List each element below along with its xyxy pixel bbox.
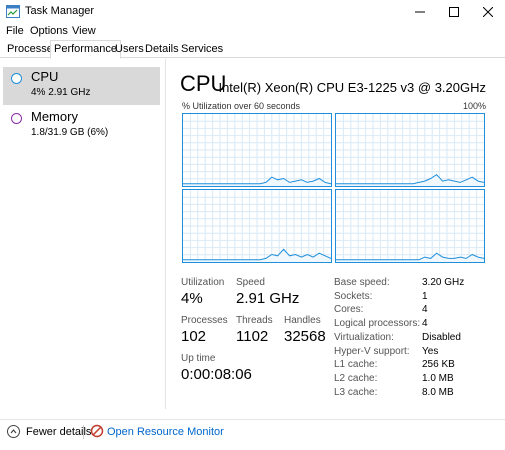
- cpu-core-graph: [182, 113, 332, 187]
- sidebar-item-label: CPU: [31, 69, 59, 84]
- processes-label: Processes: [181, 315, 228, 326]
- minimize-icon: [415, 11, 425, 13]
- graph-canvas: [183, 190, 331, 262]
- fewer-details-button[interactable]: Fewer details: [26, 426, 91, 438]
- utilization-label: Utilization: [181, 277, 225, 288]
- minimize-button[interactable]: [403, 0, 437, 24]
- spec-label: L2 cache:: [334, 372, 378, 384]
- graph-canvas: [183, 114, 331, 186]
- resource-sidebar: CPU 4% 2.91 GHz Memory 1.8/31.9 GB (6%): [0, 59, 166, 409]
- uptime-label: Up time: [181, 353, 216, 364]
- window-title: Task Manager: [25, 5, 95, 17]
- utilization-max: 100%: [462, 101, 486, 111]
- chevron-up-icon[interactable]: [7, 425, 20, 438]
- spec-label: Sockets:: [334, 290, 373, 302]
- footer-bar: Fewer details Open Resource Monitor: [0, 419, 505, 443]
- speed-label: Speed: [236, 277, 265, 288]
- close-icon: [483, 7, 493, 17]
- tab-services[interactable]: Services: [178, 42, 226, 58]
- threads-value: 1102: [236, 328, 269, 345]
- sidebar-item-label: Memory: [31, 109, 78, 124]
- spec-value: 4: [422, 304, 428, 316]
- spec-label: Base speed:: [334, 277, 390, 288]
- spec-label: L3 cache:: [334, 386, 378, 398]
- speed-value: 2.91 GHz: [236, 290, 300, 307]
- utilization-value: 4%: [181, 290, 203, 307]
- tab-performance[interactable]: Performance: [50, 40, 121, 59]
- tab-details[interactable]: Details: [142, 42, 182, 58]
- uptime-value: 0:00:08:06: [181, 366, 252, 383]
- threads-label: Threads: [236, 315, 273, 326]
- cpu-model: Intel(R) Xeon(R) CPU E3-1225 v3 @ 3.20GH…: [218, 80, 486, 95]
- graph-canvas: [336, 114, 484, 186]
- maximize-button[interactable]: [437, 0, 471, 24]
- open-resource-monitor-link[interactable]: Open Resource Monitor: [107, 426, 224, 438]
- spec-value: 8.0 MB: [422, 386, 454, 398]
- spec-label: Cores:: [334, 304, 364, 316]
- cpu-graph-icon: [11, 73, 22, 84]
- maximize-icon: [449, 7, 459, 17]
- spec-label: L1 cache:: [334, 359, 378, 371]
- menu-bar: File Options View: [0, 24, 505, 40]
- spec-label: Hyper-V support:: [334, 345, 410, 357]
- processes-value: 102: [181, 328, 207, 345]
- footer-divider: [83, 425, 84, 439]
- sidebar-item-detail: 1.8/31.9 GB (6%): [31, 127, 109, 138]
- title-bar: Task Manager: [0, 0, 505, 24]
- graph-canvas: [336, 190, 484, 262]
- close-button[interactable]: [471, 0, 505, 24]
- menu-view[interactable]: View: [72, 25, 96, 37]
- spec-value: 3.20 GHz: [422, 277, 465, 288]
- sidebar-item-cpu[interactable]: CPU 4% 2.91 GHz: [3, 67, 160, 105]
- memory-graph-icon: [11, 113, 22, 124]
- spec-value: 1: [422, 290, 428, 302]
- spec-value: 1.0 MB: [422, 372, 454, 384]
- handles-label: Handles: [284, 315, 321, 326]
- sidebar-item-detail: 4% 2.91 GHz: [31, 87, 91, 98]
- spec-value: 4: [422, 318, 428, 330]
- task-manager-icon: [6, 5, 20, 18]
- utilization-caption: % Utilization over 60 seconds: [182, 101, 301, 111]
- handles-value: 32568: [284, 328, 326, 345]
- spec-label: Logical processors:: [334, 318, 421, 330]
- performance-panel: CPU Intel(R) Xeon(R) CPU E3-1225 v3 @ 3.…: [166, 59, 505, 409]
- cpu-graphs: [182, 113, 485, 267]
- spec-label: Virtualization:: [334, 331, 394, 343]
- cpu-core-graph: [335, 113, 485, 187]
- cpu-core-graph: [335, 189, 485, 263]
- sidebar-item-memory[interactable]: Memory 1.8/31.9 GB (6%): [3, 107, 160, 145]
- resource-monitor-icon: [90, 424, 104, 438]
- menu-options[interactable]: Options: [30, 25, 68, 37]
- spec-value: 256 KB: [422, 359, 455, 371]
- menu-file[interactable]: File: [6, 25, 24, 37]
- spec-value: Yes: [422, 345, 439, 357]
- tab-strip: Processes Performance Users Details Serv…: [0, 40, 505, 59]
- cpu-core-graph: [182, 189, 332, 263]
- spec-value: Disabled: [422, 331, 461, 343]
